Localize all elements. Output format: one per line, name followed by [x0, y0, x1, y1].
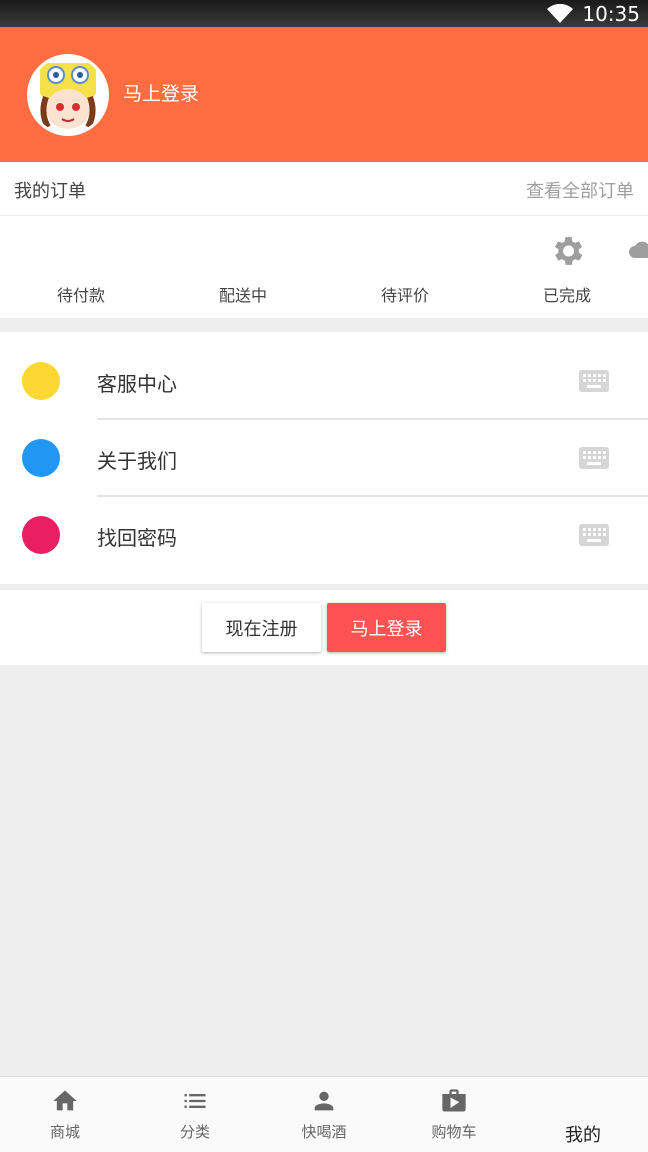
avatar[interactable] — [27, 54, 109, 136]
profile-header: 马上登录 — [0, 27, 648, 162]
gear-icon — [554, 237, 583, 265]
wifi-icon — [547, 3, 574, 23]
register-button[interactable]: 现在注册 — [202, 603, 321, 652]
nav-item-mine[interactable]: 我的 — [518, 1077, 648, 1152]
avatar-image — [30, 57, 106, 133]
order-status-pending-payment[interactable]: 待付款 — [0, 282, 162, 306]
header-login-link[interactable]: 马上登录 — [123, 79, 199, 106]
keyboard-icon — [579, 370, 609, 392]
person-icon — [314, 1091, 334, 1111]
keyboard-icon — [579, 447, 609, 469]
order-status-shipping[interactable]: 配送中 — [162, 282, 324, 306]
nav-item-category[interactable]: 分类 — [130, 1077, 260, 1152]
nav-item-cart[interactable]: 购物车 — [389, 1077, 519, 1152]
nav-label: 商城 — [49, 1123, 80, 1141]
keyboard-icon — [579, 524, 609, 546]
bottom-nav: 商城 分类 快喝酒 购物车 我的 — [0, 1076, 648, 1152]
menu-item-recover-password[interactable]: 找回密码 — [0, 496, 648, 573]
status-bar: 10:35 — [0, 0, 648, 27]
order-status-completed[interactable]: 已完成 — [486, 282, 648, 306]
nav-label: 快喝酒 — [301, 1123, 347, 1141]
nav-item-mall[interactable]: 商城 — [0, 1077, 130, 1152]
login-button[interactable]: 马上登录 — [327, 603, 446, 652]
nav-label: 购物车 — [431, 1123, 477, 1141]
shop-icon — [442, 1089, 466, 1112]
home-icon — [53, 1090, 77, 1111]
menu-item-about-us[interactable]: 关于我们 — [0, 419, 648, 496]
menu-item-label: 关于我们 — [97, 449, 177, 473]
cloud-icon — [629, 241, 648, 258]
menu-item-label: 客服中心 — [97, 372, 177, 396]
orders-title: 我的订单 — [14, 181, 86, 202]
menu-list: 客服中心 关于我们 找回密码 — [0, 332, 648, 584]
nav-item-quick-drink[interactable]: 快喝酒 — [259, 1077, 389, 1152]
status-time: 10:35 — [582, 1, 640, 26]
nav-label: 我的 — [565, 1125, 601, 1146]
order-status-pending-review[interactable]: 待评价 — [324, 282, 486, 306]
menu-item-customer-service[interactable]: 客服中心 — [0, 342, 648, 419]
yellow-dot-icon — [22, 362, 60, 400]
orders-card: 我的订单 查看全部订单 待付款 配送中 待评价 已完成 — [0, 162, 648, 318]
menu-item-label: 找回密码 — [97, 526, 177, 550]
pink-dot-icon — [22, 516, 60, 554]
view-all-orders-link[interactable]: 查看全部订单 — [526, 177, 634, 203]
auth-button-bar: 现在注册 马上登录 — [0, 590, 648, 665]
list-icon — [184, 1094, 206, 1108]
blue-dot-icon — [22, 439, 60, 477]
nav-label: 分类 — [179, 1123, 210, 1141]
orders-header: 我的订单 查看全部订单 — [0, 162, 648, 216]
